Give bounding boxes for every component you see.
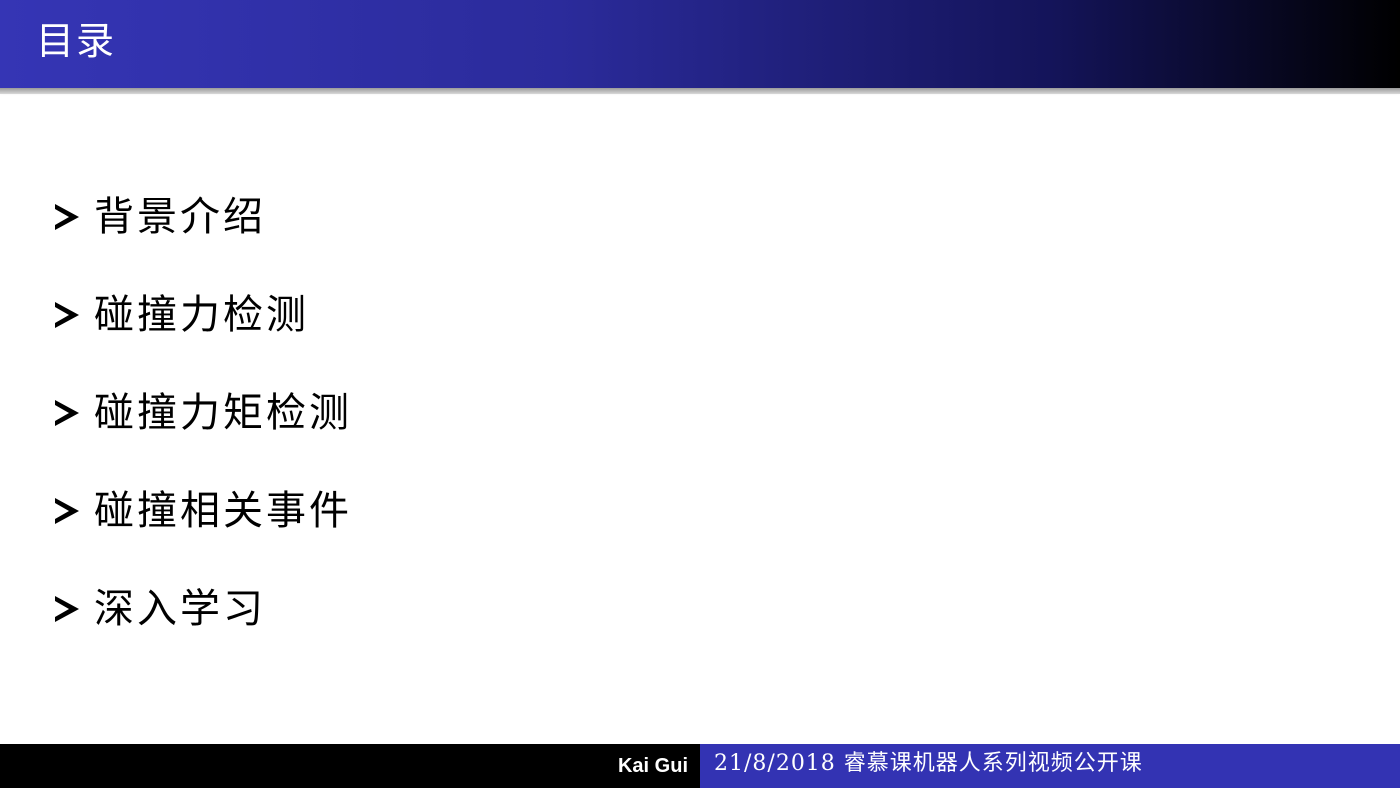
slide-header: 目录 [0,0,1400,88]
toc-item-label: 深入学习 [94,586,266,632]
toc-item-collision-events: 碰撞相关事件 [52,482,352,540]
toc-item-label: 背景介绍 [94,194,266,240]
toc-item-background: 背景介绍 [52,188,352,246]
toc-item-further-study: 深入学习 [52,580,352,638]
footer-author-panel: Kai Gui [0,744,700,788]
footer-author: Kai Gui [617,755,688,777]
right-arrowhead-icon [52,593,82,625]
toc-item-collision-torque-detection: 碰撞力矩检测 [52,384,352,442]
toc-item-label: 碰撞力检测 [94,292,309,338]
right-arrowhead-icon [52,495,82,527]
table-of-contents: 背景介绍 碰撞力检测 碰撞力矩检测 碰撞相关事件 深入学习 [52,188,352,678]
right-arrowhead-icon [52,201,82,233]
right-arrowhead-icon [52,397,82,429]
slide-title: 目录 [36,19,117,63]
header-divider [0,88,1400,94]
slide-footer: Kai Gui 21/8/2018 睿慕课机器人系列视频公开课 [0,744,1400,788]
toc-item-collision-force-detection: 碰撞力检测 [52,286,352,344]
toc-item-label: 碰撞力矩检测 [94,390,352,436]
toc-item-label: 碰撞相关事件 [94,488,352,534]
footer-info-panel: 21/8/2018 睿慕课机器人系列视频公开课 [700,744,1400,788]
right-arrowhead-icon [52,299,82,331]
footer-date-course: 21/8/2018 睿慕课机器人系列视频公开课 [714,751,1143,776]
